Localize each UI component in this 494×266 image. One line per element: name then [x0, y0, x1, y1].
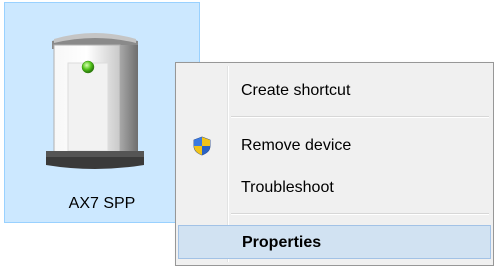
speaker-device-icon — [46, 33, 144, 169]
menu-item-label: Troubleshoot — [241, 179, 334, 196]
device-tile[interactable]: AX7 SPP — [4, 2, 200, 223]
menu-separator — [231, 116, 489, 118]
menu-item-label: Properties — [242, 234, 322, 251]
menu-item-troubleshoot[interactable]: Troubleshoot — [178, 171, 491, 205]
devices-view: AX7 SPP Create shortcut Remove device Tr… — [0, 0, 494, 266]
menu-item-label: Create shortcut — [241, 82, 351, 99]
uac-shield-icon — [193, 136, 211, 156]
context-menu: Create shortcut Remove device Troublesho… — [175, 62, 494, 266]
menu-item-create-shortcut[interactable]: Create shortcut — [178, 74, 491, 108]
menu-separator — [231, 213, 489, 215]
menu-item-properties[interactable]: Properties — [178, 225, 491, 259]
menu-item-remove-device[interactable]: Remove device — [178, 129, 491, 163]
menu-item-label: Remove device — [241, 137, 352, 154]
device-name-label: AX7 SPP — [68, 195, 136, 212]
